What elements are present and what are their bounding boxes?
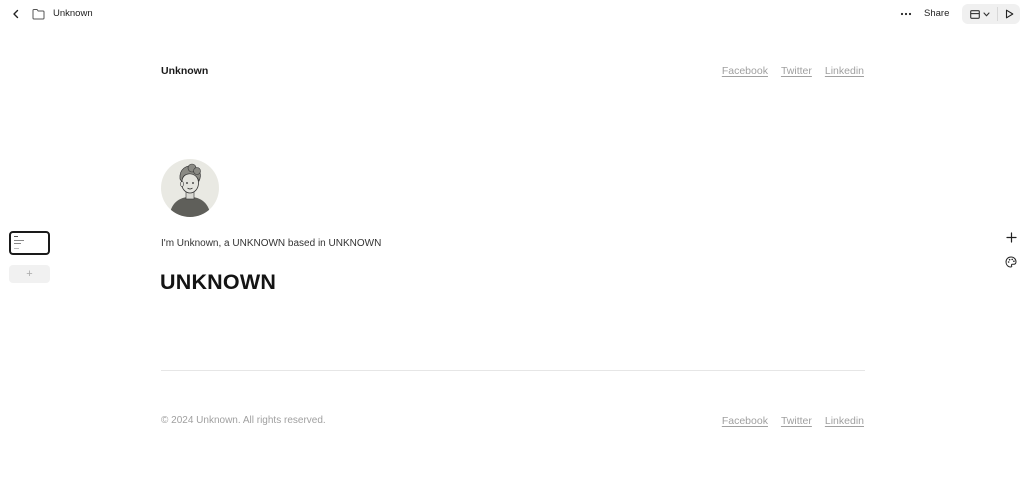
page-thumbnail[interactable] (9, 231, 50, 255)
palette-icon (1005, 256, 1017, 268)
play-icon (1005, 9, 1013, 19)
avatar (161, 159, 219, 217)
theme-button[interactable] (1004, 255, 1018, 269)
view-controls (962, 4, 1020, 24)
add-block-button[interactable] (1004, 230, 1018, 244)
footer-divider (161, 370, 865, 371)
document-title: Unknown (53, 8, 93, 19)
header-nav: Facebook Twitter Linkedin (722, 65, 864, 77)
nav-link-facebook[interactable]: Facebook (722, 65, 768, 77)
footer-link-linkedin[interactable]: Linkedin (825, 415, 864, 427)
share-button[interactable]: Share (924, 8, 949, 19)
preview-button[interactable] (1001, 6, 1017, 22)
intro-text: I'm Unknown, a UNKNOWN based in UNKNOWN (161, 238, 382, 249)
copyright-text: © 2024 Unknown. All rights reserved. (161, 415, 326, 426)
more-options-button[interactable] (898, 6, 914, 22)
divider (997, 7, 998, 21)
layout-button[interactable] (966, 6, 994, 22)
top-bar: Unknown Share (0, 0, 1024, 28)
footer-nav: Facebook Twitter Linkedin (722, 415, 864, 427)
plus-icon: + (26, 268, 33, 280)
thumbnail-line (14, 240, 24, 241)
thumbnail-line (14, 248, 19, 249)
layout-icon (970, 9, 980, 19)
chevron-down-icon (983, 11, 990, 16)
footer-link-twitter[interactable]: Twitter (781, 415, 812, 427)
site-name[interactable]: Unknown (161, 65, 208, 77)
thumbnail-line (14, 236, 18, 237)
folder-icon (32, 9, 45, 20)
nav-link-twitter[interactable]: Twitter (781, 65, 812, 77)
avatar-illustration (169, 163, 211, 217)
nav-link-linkedin[interactable]: Linkedin (825, 65, 864, 77)
footer-link-facebook[interactable]: Facebook (722, 415, 768, 427)
back-button[interactable] (9, 7, 23, 21)
add-page-button[interactable]: + (9, 265, 50, 283)
chevron-left-icon (13, 9, 19, 19)
more-horizontal-icon (900, 12, 912, 16)
thumbnail-line (14, 243, 21, 244)
page-headline: UNKNOWN (160, 270, 277, 294)
plus-icon (1005, 231, 1017, 243)
